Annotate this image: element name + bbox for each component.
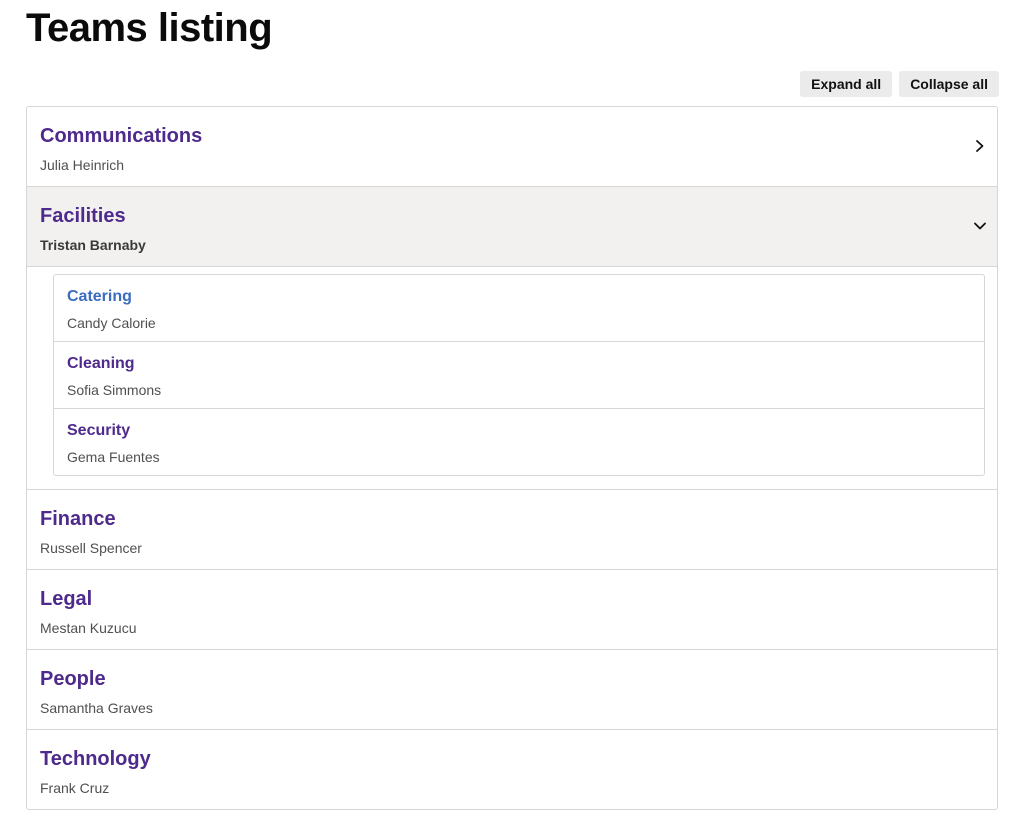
team-row-communications[interactable]: Communications Julia Heinrich <box>27 107 997 187</box>
team-lead: Julia Heinrich <box>40 157 125 173</box>
team-row-finance[interactable]: Finance Russell Spencer <box>27 490 997 570</box>
team-lead: Frank Cruz <box>40 780 110 796</box>
team-lead: Samantha Graves <box>40 700 153 716</box>
teams-page: Teams listing Expand all Collapse all Co… <box>0 0 1024 838</box>
subteam-row-catering[interactable]: Catering Candy Calorie <box>54 275 984 342</box>
team-lead: Russell Spencer <box>40 540 142 556</box>
chevron-right-icon[interactable] <box>973 139 987 153</box>
collapse-all-button[interactable]: Collapse all <box>899 71 999 97</box>
subteam-row-security[interactable]: Security Gema Fuentes <box>54 409 984 475</box>
facilities-subteams: Catering Candy Calorie Cleaning Sofia Si… <box>27 267 997 490</box>
team-row-facilities[interactable]: Facilities Tristan Barnaby <box>27 187 997 267</box>
team-name-link[interactable]: Facilities <box>40 205 126 228</box>
team-name-link[interactable]: Communications <box>40 125 202 148</box>
team-lead: Tristan Barnaby <box>40 237 146 253</box>
team-name-link[interactable]: Finance <box>40 508 116 531</box>
team-row-people[interactable]: People Samantha Graves <box>27 650 997 730</box>
subteam-name-link[interactable]: Cleaning <box>67 355 135 373</box>
team-name-link[interactable]: People <box>40 668 106 691</box>
chevron-down-icon[interactable] <box>973 219 987 233</box>
team-name-link[interactable]: Technology <box>40 748 151 771</box>
team-lead: Mestan Kuzucu <box>40 620 137 636</box>
listing-controls: Expand all Collapse all <box>800 71 999 97</box>
expand-all-button[interactable]: Expand all <box>800 71 893 97</box>
subteam-row-cleaning[interactable]: Cleaning Sofia Simmons <box>54 342 984 409</box>
subteam-name-link[interactable]: Catering <box>67 288 132 306</box>
subteam-lead: Candy Calorie <box>67 315 156 331</box>
team-row-legal[interactable]: Legal Mestan Kuzucu <box>27 570 997 650</box>
subteam-lead: Gema Fuentes <box>67 449 160 465</box>
team-row-technology[interactable]: Technology Frank Cruz <box>27 730 997 809</box>
subteam-name-link[interactable]: Security <box>67 422 130 440</box>
subteam-list: Catering Candy Calorie Cleaning Sofia Si… <box>53 274 985 476</box>
team-name-link[interactable]: Legal <box>40 588 92 611</box>
subteam-lead: Sofia Simmons <box>67 382 162 398</box>
page-title: Teams listing <box>26 6 273 50</box>
teams-list: Communications Julia Heinrich Facilities… <box>26 106 998 810</box>
